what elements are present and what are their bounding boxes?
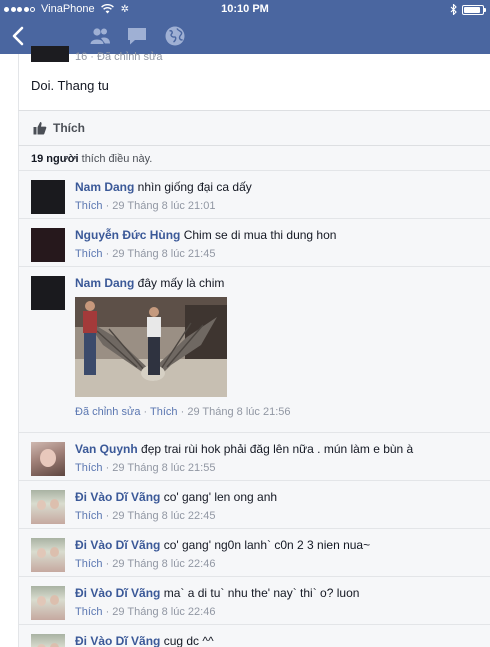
- commenter-name[interactable]: Van Quynh: [75, 442, 138, 456]
- likes-count[interactable]: 19 người: [31, 153, 79, 165]
- commenter-avatar[interactable]: [31, 228, 65, 262]
- bluetooth-icon: [450, 4, 457, 15]
- commenter-avatar[interactable]: [31, 538, 65, 572]
- comment-timestamp: · 29 Tháng 8 lúc 22:45: [102, 510, 216, 522]
- comment-timestamp: · 29 Tháng 8 lúc 21:45: [102, 248, 216, 260]
- post-action-bar: Thích: [18, 110, 490, 146]
- comment-text: co' gang' ng0n lanh` c0n 2 3 nien nua~: [160, 538, 371, 552]
- commenter-avatar[interactable]: [31, 586, 65, 620]
- comment-item: Nguyễn Đức Hùng Chim se di mua thi dung …: [19, 218, 490, 266]
- comment-text: Chim se di mua thi dung hon: [180, 228, 337, 242]
- like-button[interactable]: Thích: [33, 121, 85, 135]
- comment-item: Đi Vào Dĩ Vãng co' gang' len ong anh Thí…: [19, 480, 490, 528]
- commenter-name[interactable]: Đi Vào Dĩ Vãng: [75, 634, 160, 647]
- battery-level: [464, 6, 481, 13]
- comment-like-link[interactable]: Thích: [75, 606, 103, 618]
- comment-timestamp: · 29 Tháng 8 lúc 21:55: [102, 462, 216, 474]
- commenter-name[interactable]: Đi Vào Dĩ Vãng: [75, 538, 160, 552]
- comment-like-link[interactable]: Thích: [150, 406, 178, 418]
- comment-timestamp: · 29 Tháng 8 lúc 21:56: [177, 406, 291, 418]
- commenter-avatar[interactable]: [31, 490, 65, 524]
- commenter-name[interactable]: Đi Vào Dĩ Vãng: [75, 586, 160, 600]
- comment-text: cug dc ^^: [160, 634, 214, 647]
- battery-icon: [462, 4, 486, 15]
- comment-like-link[interactable]: Thích: [75, 558, 103, 570]
- comment-item: Đi Vào Dĩ Vãng cug dc ^^: [19, 624, 490, 647]
- commenter-name[interactable]: Nguyễn Đức Hùng: [75, 228, 180, 242]
- post-author-avatar[interactable]: [31, 46, 69, 62]
- commenter-name[interactable]: Nam Dang: [75, 276, 134, 290]
- comment-photo-image: [75, 297, 227, 397]
- comment-like-link[interactable]: Thích: [75, 200, 103, 212]
- comment-item: Nam Dang nhìn giống đại ca dấy Thích · 2…: [19, 170, 490, 218]
- comment-timestamp: · 29 Tháng 8 lúc 22:46: [102, 606, 216, 618]
- friends-icon[interactable]: [89, 25, 111, 47]
- comment-text: đẹp trai rùi hok phải đăg lên nữa . mún …: [137, 442, 414, 456]
- comment-like-link[interactable]: Thích: [75, 462, 103, 474]
- likes-suffix: thích điều này.: [78, 153, 153, 165]
- commenter-name[interactable]: Đi Vào Dĩ Vãng: [75, 490, 160, 504]
- top-header: VinaPhone ✲ 10:10 PM: [0, 0, 490, 54]
- comment-text: đây mấy là chim: [134, 276, 225, 290]
- post-fragment: 16 · Đã chỉnh sửa Doi. Thang tu: [18, 46, 490, 110]
- comment-like-link[interactable]: Thích: [75, 510, 103, 522]
- commenter-avatar[interactable]: [31, 634, 65, 647]
- comment-item: Nam Dang đây mấy là chim Đã chỉnh sửa · …: [19, 266, 490, 432]
- back-chevron-icon[interactable]: [8, 24, 30, 48]
- commenter-avatar[interactable]: [31, 276, 65, 310]
- comment-like-link[interactable]: Thích: [75, 248, 103, 260]
- status-right: [450, 4, 486, 15]
- comment-item: Van Quynh đẹp trai rùi hok phải đăg lên …: [19, 432, 490, 480]
- post-text: Doi. Thang tu: [31, 78, 109, 93]
- comments-panel: 19 người thích điều này. Nam Dang nhìn g…: [18, 146, 490, 647]
- likes-summary[interactable]: 19 người thích điều này.: [19, 146, 490, 170]
- thumbs-up-icon: [33, 122, 47, 135]
- comment-text: co' gang' len ong anh: [160, 490, 278, 504]
- status-bar: VinaPhone ✲ 10:10 PM: [0, 0, 490, 18]
- commenter-name[interactable]: Nam Dang: [75, 180, 134, 194]
- meta-separator: ·: [140, 406, 151, 418]
- commenter-avatar[interactable]: [31, 180, 65, 214]
- comment-text: nhìn giống đại ca dấy: [134, 180, 252, 194]
- comment-text: ma` a di tu` nhu the' nay` thi` o? luon: [160, 586, 360, 600]
- comment-edited-link[interactable]: Đã chỉnh sửa: [75, 406, 140, 418]
- commenter-avatar[interactable]: [31, 442, 65, 476]
- comment-photo[interactable]: [75, 297, 227, 397]
- comment-item: Đi Vào Dĩ Vãng co' gang' ng0n lanh` c0n …: [19, 528, 490, 576]
- status-time: 10:10 PM: [221, 3, 269, 15]
- comment-item: Đi Vào Dĩ Vãng ma` a di tu` nhu the' nay…: [19, 576, 490, 624]
- nav-bar: [0, 18, 490, 54]
- comment-timestamp: · 29 Tháng 8 lúc 22:46: [102, 558, 216, 570]
- comment-timestamp: · 29 Tháng 8 lúc 21:01: [102, 200, 216, 212]
- like-button-label: Thích: [53, 121, 85, 135]
- post-meta: 16 · Đã chỉnh sửa: [75, 51, 163, 63]
- messages-icon[interactable]: [126, 25, 148, 47]
- globe-icon[interactable]: [164, 25, 186, 47]
